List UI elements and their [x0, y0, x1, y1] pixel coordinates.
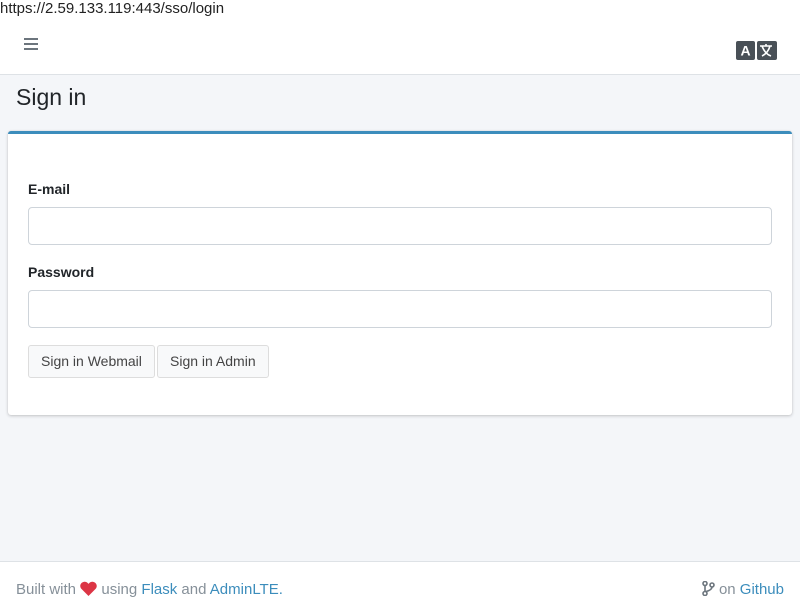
sign-in-webmail-button[interactable]: Sign in Webmail — [28, 345, 155, 378]
sign-in-admin-button[interactable]: Sign in Admin — [157, 345, 269, 378]
footer: Built with using Flask and AdminLTE. on … — [0, 561, 800, 600]
code-branch-icon — [701, 580, 715, 600]
password-field[interactable] — [28, 290, 772, 328]
on-text: on — [718, 581, 736, 598]
page-title: Sign in — [16, 84, 87, 110]
email-field[interactable] — [28, 207, 772, 245]
using-text: using — [101, 581, 138, 598]
browser-url: https://2.59.133.119:443/sso/login — [0, 0, 800, 18]
login-card: E-mail Password Sign in Webmail Sign in … — [8, 131, 792, 415]
footer-github: on Github — [701, 580, 784, 600]
email-label: E-mail — [28, 181, 71, 197]
github-link[interactable]: Github — [740, 581, 784, 598]
bars-icon[interactable] — [24, 38, 38, 50]
heart-icon — [80, 581, 97, 600]
built-with-text: Built with — [16, 581, 77, 598]
svg-text:A: A — [740, 43, 750, 59]
language-icon[interactable]: A — [736, 41, 777, 60]
footer-credits: Built with using Flask and AdminLTE. — [16, 581, 283, 600]
flask-link[interactable]: Flask — [141, 581, 177, 598]
and-text: and — [181, 581, 207, 598]
password-label: Password — [28, 264, 95, 280]
adminlte-link[interactable]: AdminLTE. — [210, 581, 283, 598]
